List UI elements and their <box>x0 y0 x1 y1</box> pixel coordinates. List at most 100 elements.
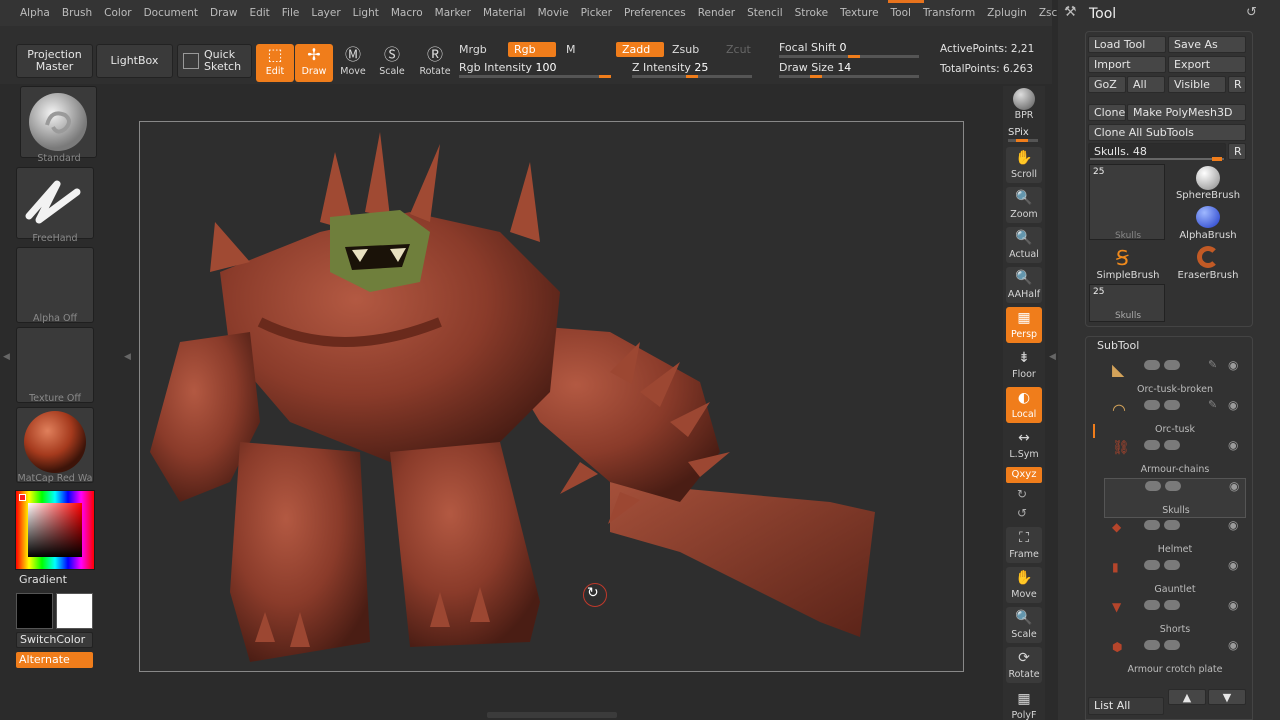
z-intensity-slider[interactable]: Z Intensity 25 <box>632 61 708 74</box>
export-button[interactable]: Export <box>1168 56 1246 73</box>
subtool-row-gauntlet[interactable]: ▮ ◉ Gauntlet <box>1104 558 1246 598</box>
rgb-intensity-track[interactable] <box>459 75 611 78</box>
visible-button[interactable]: Visible <box>1168 76 1226 93</box>
menu-layer[interactable]: Layer <box>305 7 346 19</box>
spix-slider[interactable] <box>1008 139 1038 142</box>
menu-macro[interactable]: Macro <box>385 7 429 19</box>
spix-label[interactable]: SPix <box>1008 127 1029 138</box>
skulls-slider-knob[interactable] <box>1212 157 1222 161</box>
qxyz-button[interactable]: Qxyz <box>1006 467 1042 483</box>
subtool-row-orc-tusk[interactable]: ◠ ✎ ◉ Orc-tusk <box>1104 398 1246 438</box>
subtool-toggle[interactable] <box>1164 640 1180 650</box>
subtool-row-armour-crotch-plate[interactable]: ⬢ ◉ Armour crotch plate <box>1104 638 1246 678</box>
menu-texture[interactable]: Texture <box>834 7 884 19</box>
texture-thumbnail[interactable] <box>16 327 94 403</box>
subtool-toggle[interactable] <box>1164 600 1180 610</box>
menu-color[interactable]: Color <box>98 7 137 19</box>
subtool-row-helmet[interactable]: ◆ ◉ Helmet <box>1104 518 1246 558</box>
menu-zplugin[interactable]: Zplugin <box>981 7 1033 19</box>
clone-button[interactable]: Clone <box>1088 104 1126 121</box>
brush-edit-icon[interactable]: ✎ <box>1208 358 1217 371</box>
move-tool-button[interactable]: Ⓜ Move <box>334 44 372 82</box>
goz-button[interactable]: GoZ <box>1088 76 1126 93</box>
subtool-toggle[interactable] <box>1164 520 1180 530</box>
subtool-toggle[interactable] <box>1144 560 1160 570</box>
quick-sketch-button[interactable]: Quick Sketch <box>177 44 252 78</box>
eraserbrush-tool-thumb[interactable]: EraserBrush <box>1170 244 1246 320</box>
aahalf-button[interactable]: 🔍 AAHalf <box>1006 267 1042 303</box>
menu-transform[interactable]: Transform <box>917 7 981 19</box>
draw-size-track[interactable] <box>779 75 919 78</box>
subtool-toggle[interactable] <box>1164 400 1180 410</box>
load-tool-button[interactable]: Load Tool <box>1088 36 1166 53</box>
menu-picker[interactable]: Picker <box>575 7 618 19</box>
subtool-row-armour-chains[interactable]: ⛓ ◉ Armour-chains <box>1104 438 1246 478</box>
move-up-button[interactable]: ▲ <box>1168 689 1206 705</box>
rotate-axis-y-icon[interactable]: ↻ <box>1017 487 1027 501</box>
skulls-tool-thumb-2[interactable]: 25 Skulls <box>1089 284 1165 322</box>
edit-tool-button[interactable]: ⬚ Edit <box>256 44 294 82</box>
rotate-tool-button[interactable]: Ⓡ Rotate <box>416 44 454 82</box>
subtool-toggle[interactable] <box>1164 560 1180 570</box>
eye-icon[interactable]: ◉ <box>1228 638 1238 652</box>
subtool-toggle[interactable] <box>1144 360 1160 370</box>
all-button[interactable]: All <box>1127 76 1165 93</box>
document-canvas[interactable] <box>139 121 964 672</box>
lightbox-button[interactable]: LightBox <box>96 44 173 78</box>
frame-button[interactable]: ⛶ Frame <box>1006 527 1042 563</box>
skulls-tool-thumb[interactable]: 25 Skulls <box>1089 164 1165 241</box>
zadd-toggle[interactable]: Zadd <box>616 42 664 57</box>
skulls-r-button[interactable]: R <box>1228 143 1246 160</box>
menu-file[interactable]: File <box>276 7 306 19</box>
scale-tool-button[interactable]: Ⓢ Scale <box>373 44 411 82</box>
gradient-label[interactable]: Gradient <box>19 573 67 586</box>
scroll-button[interactable]: ✋ Scroll <box>1006 147 1042 183</box>
bottom-tray-handle[interactable] <box>487 712 617 718</box>
rgb-toggle[interactable]: Rgb <box>508 42 556 57</box>
subtool-row-skulls-selected[interactable]: ◉ Skulls <box>1104 478 1246 518</box>
eye-icon[interactable]: ◉ <box>1228 438 1238 452</box>
skulls-slider-track[interactable] <box>1090 157 1224 161</box>
menu-preferences[interactable]: Preferences <box>618 7 692 19</box>
mrgb-toggle[interactable]: Mrgb <box>453 42 493 57</box>
zsub-toggle[interactable]: Zsub <box>666 42 705 57</box>
main-color-swatch[interactable] <box>16 593 53 629</box>
lsym-button[interactable]: ↔ L.Sym <box>1006 427 1042 463</box>
color-square[interactable] <box>28 503 82 557</box>
projection-master-button[interactable]: Projection Master <box>16 44 93 78</box>
eye-icon[interactable]: ◉ <box>1228 558 1238 572</box>
subtool-toggle[interactable] <box>1164 360 1180 370</box>
subtool-toggle[interactable] <box>1144 640 1160 650</box>
move-down-button[interactable]: ▼ <box>1208 689 1246 705</box>
eye-icon[interactable]: ◉ <box>1228 518 1238 532</box>
menu-edit[interactable]: Edit <box>243 7 275 19</box>
subtool-toggle[interactable] <box>1145 481 1161 491</box>
rotate-view-button[interactable]: ⟳ Rotate <box>1006 647 1042 683</box>
subtool-toggle[interactable] <box>1144 600 1160 610</box>
polyf-button[interactable]: ▦ PolyF <box>1006 688 1042 720</box>
material-thumbnail[interactable] <box>16 407 94 483</box>
r-button[interactable]: R <box>1228 76 1246 93</box>
eye-icon[interactable]: ◉ <box>1229 479 1239 493</box>
switch-color-button[interactable]: SwitchColor <box>16 632 93 648</box>
menu-material[interactable]: Material <box>477 7 532 19</box>
bpr-button[interactable]: BPR <box>1006 88 1042 124</box>
brush-thumbnail[interactable] <box>20 86 97 158</box>
move-view-button[interactable]: ✋ Move <box>1006 567 1042 603</box>
focal-shift-slider[interactable]: Focal Shift 0 <box>779 41 847 54</box>
tool-panel-title[interactable]: Tool <box>1089 6 1116 22</box>
brush-edit-icon[interactable]: ✎ <box>1208 398 1217 411</box>
left-collapse-arrow-icon[interactable]: ◀ <box>124 352 131 362</box>
zcut-toggle[interactable]: Zcut <box>720 42 757 57</box>
subtool-toggle[interactable] <box>1144 440 1160 450</box>
reset-panel-icon[interactable]: ↺ <box>1246 5 1257 20</box>
subtool-title[interactable]: SubTool <box>1097 339 1139 352</box>
eye-icon[interactable]: ◉ <box>1228 398 1238 412</box>
rgb-intensity-slider[interactable]: Rgb Intensity 100 <box>459 61 556 74</box>
scale-view-button[interactable]: 🔍 Scale <box>1006 607 1042 643</box>
m-toggle[interactable]: M <box>560 42 582 57</box>
menu-brush[interactable]: Brush <box>56 7 98 19</box>
clone-all-subtools-button[interactable]: Clone All SubTools <box>1088 124 1246 141</box>
subtool-scrollbar[interactable] <box>1093 424 1095 438</box>
local-button[interactable]: ◐ Local <box>1006 387 1042 423</box>
